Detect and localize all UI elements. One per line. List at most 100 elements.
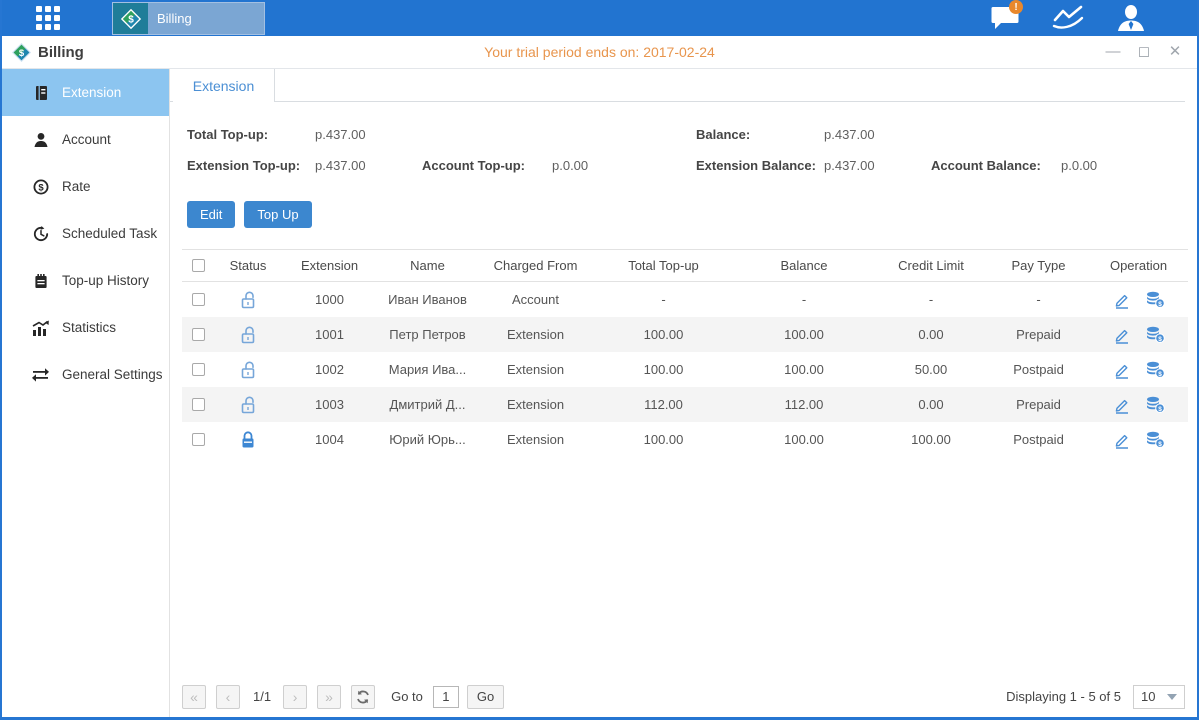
cell-total-topup: 112.00	[593, 397, 734, 412]
row-checkbox[interactable]	[192, 433, 205, 446]
refresh-button[interactable]	[351, 685, 375, 709]
lock-open-icon[interactable]	[240, 396, 256, 414]
cell-extension: 1000	[282, 292, 377, 307]
column-balance: Balance	[734, 258, 874, 273]
notification-badge: !	[1009, 0, 1023, 14]
sidebar-item-scheduled-task[interactable]: Scheduled Task	[2, 210, 169, 257]
top-up-row-icon[interactable]: $	[1146, 291, 1165, 308]
lock-open-icon[interactable]	[240, 326, 256, 344]
column-total-topup: Total Top-up	[593, 258, 734, 273]
column-operation: Operation	[1089, 258, 1188, 273]
cell-extension: 1001	[282, 327, 377, 342]
select-all-checkbox[interactable]	[192, 259, 205, 272]
lock-open-icon[interactable]	[240, 361, 256, 379]
sidebar-item-rate[interactable]: $ Rate	[2, 163, 169, 210]
page-size-value: 10	[1141, 689, 1155, 704]
edit-row-icon[interactable]	[1113, 396, 1131, 414]
sidebar-item-account[interactable]: Account	[2, 116, 169, 163]
last-page-button[interactable]: »	[317, 685, 341, 709]
cell-balance: -	[734, 292, 874, 307]
row-checkbox[interactable]	[192, 363, 205, 376]
go-button[interactable]: Go	[467, 685, 504, 709]
row-checkbox[interactable]	[192, 293, 205, 306]
account-topup-value: p.0.00	[552, 158, 588, 173]
top-app-bar: $ Billing !	[2, 0, 1197, 36]
goto-label: Go to	[391, 689, 423, 704]
user-account-icon[interactable]	[1115, 4, 1147, 32]
balance-value: p.437.00	[824, 127, 875, 142]
cell-extension: 1004	[282, 432, 377, 447]
pagination-bar: « ‹ 1/1 › » Go to Go Displaying 1 - 5 of…	[182, 684, 1185, 709]
messages-icon[interactable]: !	[989, 4, 1021, 32]
svg-text:$: $	[128, 14, 134, 25]
cell-balance: 100.00	[734, 362, 874, 377]
sidebar-item-general-settings[interactable]: General Settings	[2, 351, 169, 398]
cell-charged-from: Extension	[478, 397, 593, 412]
top-up-row-icon[interactable]: $	[1146, 396, 1165, 413]
prev-page-button[interactable]: ‹	[216, 685, 240, 709]
cell-extension: 1002	[282, 362, 377, 377]
taskbar-tab-label: Billing	[148, 3, 192, 34]
svg-text:$: $	[19, 47, 25, 58]
svg-text:$: $	[1158, 441, 1162, 448]
table-row: 1002 Мария Ива... Extension 100.00 100.0…	[182, 352, 1188, 387]
column-extension: Extension	[282, 258, 377, 273]
lock-closed-icon[interactable]	[240, 431, 256, 449]
lock-open-icon[interactable]	[240, 291, 256, 309]
sidebar-item-statistics[interactable]: Statistics	[2, 304, 169, 351]
displaying-text: Displaying 1 - 5 of 5	[1006, 689, 1121, 704]
page-indicator: 1/1	[253, 689, 271, 704]
resource-monitor-icon[interactable]	[1052, 4, 1084, 32]
cell-balance: 100.00	[734, 432, 874, 447]
tab-extension[interactable]: Extension	[173, 69, 275, 102]
apps-grid-icon[interactable]	[34, 4, 62, 32]
total-topup-value: p.437.00	[315, 127, 366, 142]
close-button[interactable]: ✕	[1167, 44, 1183, 60]
cell-credit-limit: 50.00	[874, 362, 988, 377]
window-titlebar: $ Billing Your trial period ends on: 201…	[2, 36, 1197, 69]
svg-text:$: $	[1158, 336, 1162, 343]
top-up-row-icon[interactable]: $	[1146, 326, 1165, 343]
column-name: Name	[377, 258, 478, 273]
cell-name: Дмитрий Д...	[377, 397, 478, 412]
maximize-button[interactable]: ◻	[1136, 44, 1152, 60]
page-size-select[interactable]: 10	[1133, 685, 1185, 709]
edit-row-icon[interactable]	[1113, 361, 1131, 379]
content-area: Extension Total Top-up: p.437.00 Balance…	[170, 69, 1197, 717]
edit-row-icon[interactable]	[1113, 291, 1131, 309]
svg-text:$: $	[38, 182, 44, 193]
billing-app-icon-box: $	[113, 3, 148, 34]
svg-text:$: $	[1158, 301, 1162, 308]
edit-button[interactable]: Edit	[187, 201, 235, 228]
sidebar-item-extension[interactable]: Extension	[2, 69, 169, 116]
edit-row-icon[interactable]	[1113, 326, 1131, 344]
edit-row-icon[interactable]	[1113, 431, 1131, 449]
toolbar: Edit Top Up	[187, 201, 1197, 228]
sidebar-item-label: Statistics	[62, 320, 116, 335]
top-up-button[interactable]: Top Up	[244, 201, 311, 228]
sidebar-item-label: Top-up History	[62, 273, 149, 288]
cell-charged-from: Extension	[478, 362, 593, 377]
taskbar-tab-billing[interactable]: $ Billing	[112, 2, 265, 35]
ledger-icon	[32, 84, 49, 101]
cell-total-topup: -	[593, 292, 734, 307]
settings-sliders-icon	[32, 366, 49, 383]
billing-window: $ Billing !	[0, 0, 1199, 720]
table-row: 1003 Дмитрий Д... Extension 112.00 112.0…	[182, 387, 1188, 422]
minimize-button[interactable]: —	[1105, 44, 1121, 60]
next-page-button[interactable]: ›	[283, 685, 307, 709]
sidebar-item-label: Account	[62, 132, 111, 147]
goto-page-input[interactable]	[433, 686, 459, 708]
row-checkbox[interactable]	[192, 398, 205, 411]
row-checkbox[interactable]	[192, 328, 205, 341]
column-pay-type: Pay Type	[988, 258, 1089, 273]
cell-name: Юрий Юрь...	[377, 432, 478, 447]
sidebar-item-topup-history[interactable]: Top-up History	[2, 257, 169, 304]
cell-name: Петр Петров	[377, 327, 478, 342]
first-page-button[interactable]: «	[182, 685, 206, 709]
top-up-row-icon[interactable]: $	[1146, 361, 1165, 378]
person-icon	[1116, 4, 1146, 32]
line-chart-icon	[1052, 5, 1084, 31]
top-up-row-icon[interactable]: $	[1146, 431, 1165, 448]
sidebar-item-label: Scheduled Task	[62, 226, 157, 241]
